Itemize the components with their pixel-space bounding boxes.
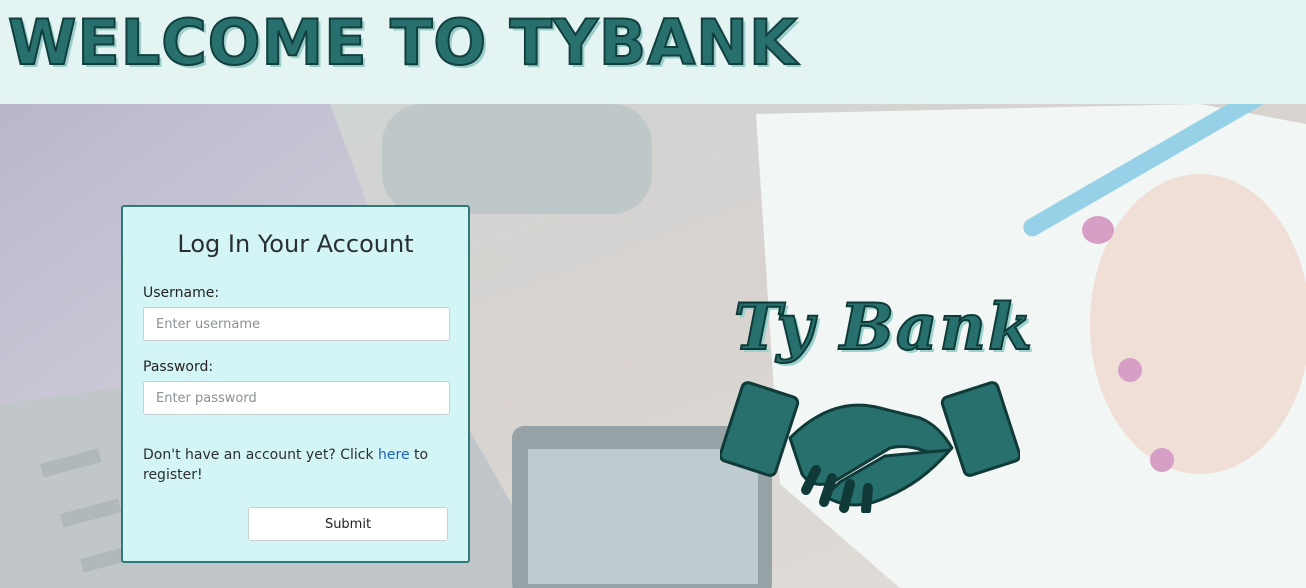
submit-button[interactable]: Submit — [248, 507, 448, 541]
handshake-icon — [720, 381, 1020, 513]
username-input[interactable] — [143, 307, 450, 341]
header: WELCOME TO TYBANK — [0, 0, 1306, 104]
password-input[interactable] — [143, 381, 450, 415]
login-title: Log In Your Account — [177, 230, 414, 258]
tybank-logo: Ty Bank — [678, 289, 1088, 520]
password-label: Password: — [143, 359, 214, 375]
username-label: Username: — [143, 285, 220, 301]
logo-text: Ty Bank — [733, 289, 1035, 366]
register-link[interactable]: here — [378, 447, 410, 463]
page-title: WELCOME TO TYBANK — [7, 6, 799, 79]
login-card: Log In Your Account Username: Password: … — [121, 205, 470, 563]
register-prompt: Don't have an account yet? Click here to… — [143, 447, 429, 483]
